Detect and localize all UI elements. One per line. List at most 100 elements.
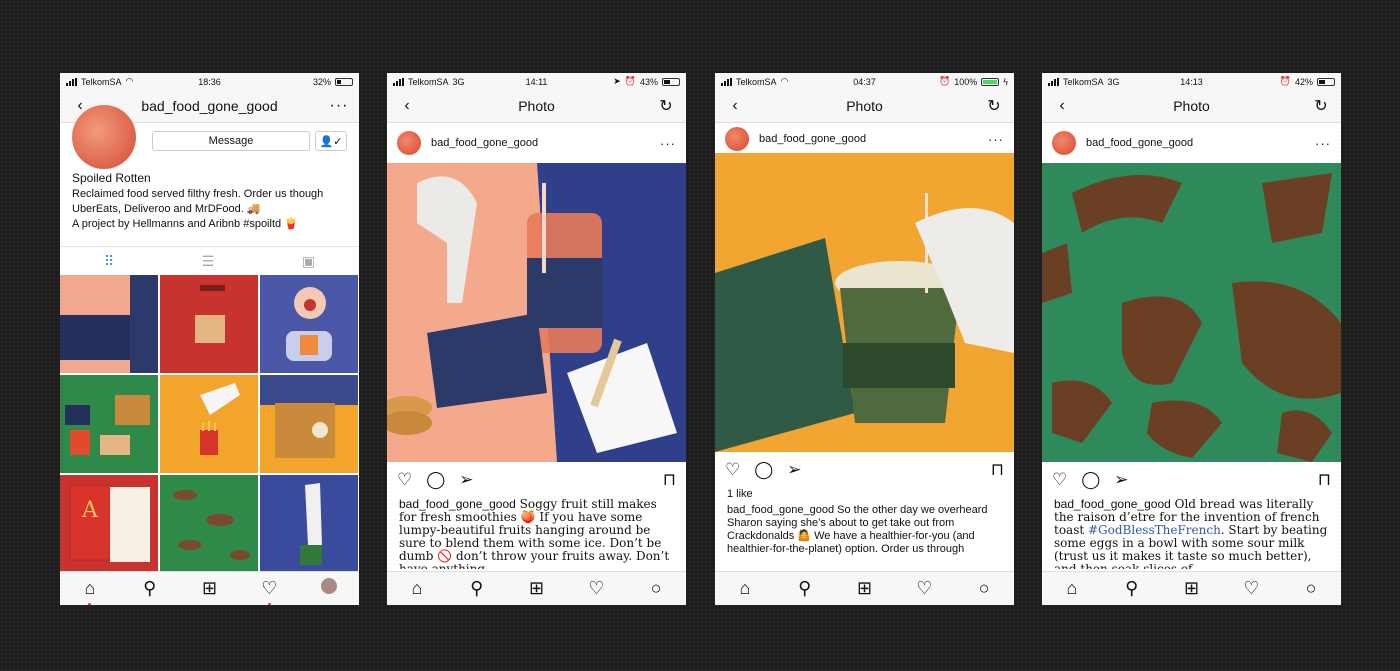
profile-icon[interactable]	[318, 578, 340, 599]
heart-icon[interactable]: ♡	[1052, 470, 1067, 490]
phone-post-green-smoothie: TelkomSA ◠ 04:37 ⏰ 100% ϟ ‹ Photo ↻ bad_foo…	[715, 73, 1014, 605]
following-button[interactable]: 👤✓	[315, 131, 347, 151]
battery-icon	[1317, 77, 1335, 86]
more-dots-icon[interactable]: ···	[660, 136, 676, 151]
avatar[interactable]	[1052, 131, 1076, 155]
status-bar: TelkomSA ◠ 18:36 32%	[60, 73, 359, 90]
phone-profile: TelkomSA ◠ 18:36 32% ‹ bad_food_gone_good…	[60, 73, 359, 605]
new-post-icon[interactable]: ⊞	[1180, 578, 1202, 599]
more-dots-icon[interactable]: ···	[988, 132, 1004, 147]
charging-icon: ϟ	[1003, 76, 1008, 87]
grid-thumb[interactable]	[160, 475, 258, 573]
grid-thumb[interactable]	[260, 475, 358, 573]
grid-thumb[interactable]	[160, 375, 258, 473]
header: ‹ Photo ↻	[1042, 90, 1341, 123]
search-icon[interactable]: ⚲	[466, 578, 488, 599]
comment-icon[interactable]: ◯	[1081, 470, 1100, 490]
heart-icon[interactable]: ♡	[913, 578, 935, 599]
heart-icon[interactable]: ♡	[258, 578, 280, 605]
carrier: TelkomSA	[408, 76, 449, 87]
bookmark-icon[interactable]: ⊓	[991, 460, 1004, 480]
signal-icon	[1048, 77, 1059, 86]
grid-thumb[interactable]	[60, 375, 158, 473]
clock: 18:36	[198, 76, 221, 87]
battery-percent: 43%	[639, 76, 658, 87]
post-username[interactable]: bad_food_gone_good	[431, 137, 650, 149]
post-caption: bad_food_gone_good Soggy fruit still mak…	[387, 498, 686, 569]
page-title: Photo	[518, 98, 555, 114]
grid-thumb[interactable]: A	[60, 475, 158, 573]
post-caption: bad_food_gone_good So the other day we o…	[715, 504, 1014, 556]
avatar[interactable]	[397, 131, 421, 155]
post-photo[interactable]	[387, 163, 686, 462]
back-chevron-icon[interactable]: ‹	[397, 97, 417, 115]
new-post-icon[interactable]: ⊞	[525, 578, 547, 599]
network-type: 3G	[452, 76, 465, 87]
grid-thumb[interactable]	[60, 275, 158, 373]
wifi-icon: ◠	[125, 76, 134, 86]
refresh-icon[interactable]: ↻	[1311, 96, 1331, 116]
home-icon[interactable]: ⌂	[734, 578, 756, 599]
new-post-icon[interactable]: ⊞	[198, 578, 220, 599]
home-icon[interactable]: ⌂	[1061, 578, 1083, 599]
profile-icon[interactable]: ○	[973, 578, 995, 599]
share-icon[interactable]: ➢	[787, 460, 801, 480]
comment-icon[interactable]: ◯	[754, 460, 773, 480]
search-icon[interactable]: ⚲	[139, 578, 161, 599]
heart-icon[interactable]: ♡	[585, 578, 607, 599]
share-icon[interactable]: ➢	[1114, 470, 1128, 490]
refresh-icon[interactable]: ↻	[656, 96, 676, 116]
heart-icon[interactable]: ♡	[1240, 578, 1262, 599]
search-icon[interactable]: ⚲	[794, 578, 816, 599]
bookmark-icon[interactable]: ⊓	[1318, 470, 1331, 490]
share-icon[interactable]: ➢	[459, 470, 473, 490]
grid-thumb[interactable]	[160, 275, 258, 373]
heart-icon[interactable]: ♡	[397, 470, 412, 490]
grid-icon[interactable]: ⠿	[104, 253, 114, 270]
carrier: TelkomSA	[1063, 76, 1104, 87]
more-dots-icon[interactable]: ···	[329, 97, 349, 115]
tagged-icon[interactable]: ▣	[302, 253, 315, 270]
clock: 04:37	[853, 76, 876, 87]
status-bar: TelkomSA ◠ 04:37 ⏰ 100% ϟ	[715, 73, 1014, 90]
back-chevron-icon[interactable]: ‹	[725, 97, 745, 115]
post-actions: ♡ ◯ ➢ ⊓	[715, 452, 1014, 488]
grid-thumb[interactable]	[260, 275, 358, 373]
home-icon[interactable]: ⌂	[79, 578, 101, 605]
grid-thumb[interactable]	[260, 375, 358, 473]
bookmark-icon[interactable]: ⊓	[663, 470, 676, 490]
post-username[interactable]: bad_food_gone_good	[759, 133, 978, 145]
new-post-icon[interactable]: ⊞	[853, 578, 875, 599]
profile-icon[interactable]: ○	[645, 578, 667, 599]
comment-icon[interactable]: ◯	[426, 470, 445, 490]
caption-username[interactable]: bad_food_gone_good	[727, 504, 834, 516]
phone-post-smoothie: TelkomSA 3G 14:11 ➤ ⏰ 43% ‹ Photo ↻ bad_foo…	[387, 73, 686, 605]
search-icon[interactable]: ⚲	[1121, 578, 1143, 599]
post-photo[interactable]	[715, 153, 1014, 452]
battery-icon	[661, 77, 680, 86]
like-count[interactable]: 1 like	[715, 488, 1014, 504]
profile-avatar[interactable]	[72, 105, 136, 169]
heart-icon[interactable]: ♡	[725, 460, 740, 480]
back-chevron-icon[interactable]: ‹	[1052, 97, 1072, 115]
post-photo[interactable]	[1042, 163, 1341, 462]
more-dots-icon[interactable]: ···	[1315, 136, 1331, 151]
battery-percent: 100%	[954, 76, 978, 87]
header: ‹ Photo ↻	[387, 90, 686, 123]
avatar[interactable]	[725, 127, 749, 151]
profile-header: Message 👤✓	[60, 105, 359, 171]
phone-post-bread: TelkomSA 3G 14:13 ⏰ 42% ‹ Photo ↻ bad_food…	[1042, 73, 1341, 605]
message-button[interactable]: Message	[152, 131, 310, 151]
clock: 14:13	[1180, 76, 1203, 87]
refresh-icon[interactable]: ↻	[984, 96, 1004, 116]
home-icon[interactable]: ⌂	[406, 578, 428, 599]
location-icon: ➤	[613, 76, 621, 86]
bio: Spoiled Rotten Reclaimed food served fil…	[60, 171, 359, 232]
header: ‹ Photo ↻	[715, 90, 1014, 123]
post-actions: ♡ ◯ ➢ ⊓	[1042, 462, 1341, 498]
post-username[interactable]: bad_food_gone_good	[1086, 137, 1305, 149]
hashtag-link[interactable]: #GodBlessTheFrench	[1088, 523, 1221, 537]
list-icon[interactable]: ☰	[202, 253, 215, 270]
profile-username-title: bad_food_gone_good	[141, 98, 278, 114]
profile-icon[interactable]: ○	[1300, 578, 1322, 599]
